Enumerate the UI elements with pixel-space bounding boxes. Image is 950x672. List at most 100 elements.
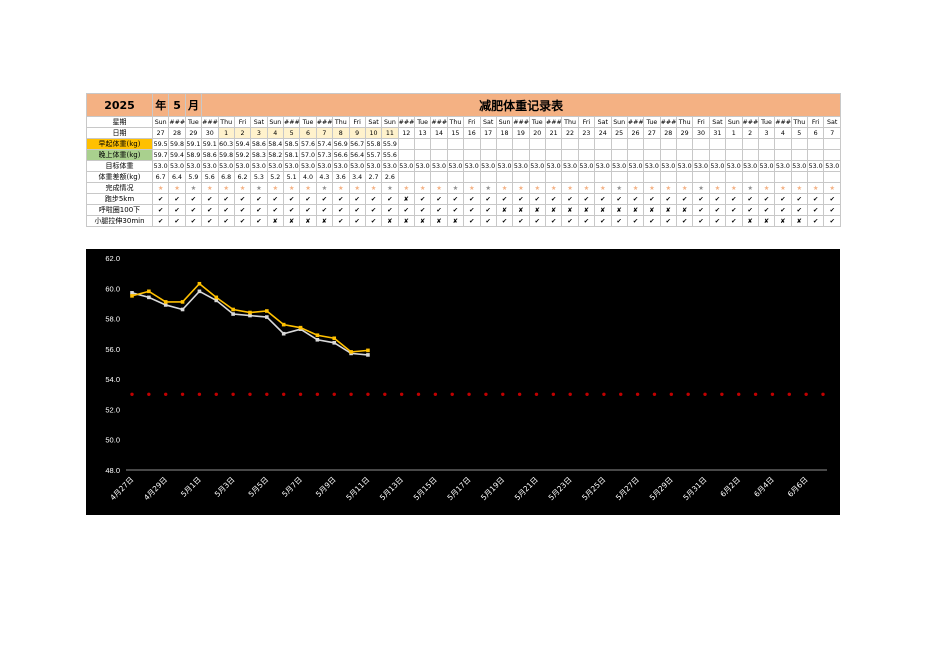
morning-row-cell	[544, 138, 563, 150]
gap-row-cell	[397, 171, 416, 183]
target-point	[686, 392, 690, 396]
x-tick-label: 5月21日	[513, 475, 540, 502]
gap-row-cell: 6.7	[151, 171, 170, 183]
morning-row-cell	[823, 138, 842, 150]
weekday-row-cell: Tue	[643, 116, 661, 128]
check-icon: ✔	[741, 193, 759, 205]
check-icon: ✔	[463, 204, 481, 216]
weekday-row-cell: ###	[659, 116, 678, 128]
weekday-row-cell: Thu	[675, 116, 694, 128]
check-icon: ✔	[250, 193, 268, 205]
evening-row-cell	[495, 149, 514, 161]
gap-row-cell	[643, 171, 661, 183]
weekday-row-cell: Tue	[757, 116, 776, 128]
evening-weight-series-point	[180, 307, 185, 312]
star-icon: ★	[250, 182, 268, 194]
target-point	[164, 392, 168, 396]
check-icon: ✘	[790, 215, 809, 227]
morning-row-cell	[790, 138, 809, 150]
target-row-cell: 53.0	[413, 160, 432, 172]
target-row-cell: 53.0	[299, 160, 317, 172]
evening-row-cell	[430, 149, 448, 161]
star-icon: ★	[446, 182, 465, 194]
status-row: 完成情况 ★ ★ ★ ★ ★ ★ ★ ★ ★ ★ ★ ★ ★ ★ ★ ★ ★ ★ ★ ★ ★ ★ ★ ★ ★ ★ ★ ★ ★ ★ ★ ★ ★ ★ ★ ★…	[86, 182, 842, 194]
morning-row-cell: 55.8	[364, 138, 383, 150]
target-point	[652, 392, 657, 396]
check-icon: ✘	[643, 204, 661, 216]
check-icon: ✔	[348, 215, 366, 227]
x-tick-label: 4月29日	[142, 475, 169, 502]
target-point	[349, 392, 353, 396]
evening-row-cell: 58.6	[201, 149, 219, 161]
morning-row-cell	[774, 138, 792, 150]
check-icon: ✘	[594, 204, 612, 216]
check-icon: ✘	[299, 215, 317, 227]
check-icon: ✔	[332, 204, 350, 216]
check-icon: ✘	[446, 215, 465, 227]
morning-row-cell: 59.5	[151, 138, 170, 150]
morning-row-cell	[495, 138, 514, 150]
date-cell: 12	[397, 127, 416, 139]
evening-row-cell	[659, 149, 678, 161]
check-icon: ✔	[299, 193, 317, 205]
target-point	[787, 392, 791, 396]
evening-weight-series-point	[281, 331, 286, 336]
target-point	[315, 392, 320, 396]
morning-row-cell: 59.1	[201, 138, 219, 150]
target-row-cell: 53.0	[577, 160, 596, 172]
star-icon: ★	[512, 182, 530, 194]
squat-row-label: 呼啦圈100下	[86, 204, 153, 216]
star-icon: ★	[315, 182, 334, 194]
check-icon: ✔	[299, 204, 317, 216]
check-icon: ✔	[217, 193, 235, 205]
check-icon: ✔	[643, 193, 661, 205]
check-icon: ✘	[675, 204, 694, 216]
morning-weight-series-point	[147, 289, 151, 294]
morning-row-cell	[446, 138, 465, 150]
date-cell: 28	[659, 127, 678, 139]
date-cell: 6	[806, 127, 825, 139]
check-icon: ✔	[675, 193, 694, 205]
date-cell: 3	[250, 127, 268, 139]
check-icon: ✔	[217, 204, 235, 216]
gap-row-label: 体重差额(kg)	[86, 171, 153, 183]
evening-row-cell	[413, 149, 432, 161]
check-icon: ✔	[332, 193, 350, 205]
check-icon: ✘	[528, 204, 547, 216]
check-icon: ✔	[266, 193, 285, 205]
date-cell: 5	[790, 127, 809, 139]
stretch-row-label: 小腿拉伸30min	[86, 215, 153, 227]
check-icon: ✔	[610, 193, 628, 205]
gap-row-cell: 6.8	[217, 171, 235, 183]
evening-row-cell: 56.4	[348, 149, 366, 161]
morning-row-cell	[708, 138, 727, 150]
weekday-row-cell: Tue	[413, 116, 432, 128]
weekday-row-cell: Sat	[479, 116, 497, 128]
x-tick-label: 5月5日	[247, 475, 271, 499]
date-cell: 1	[217, 127, 235, 139]
gap-row-cell	[692, 171, 710, 183]
evening-row-cell	[463, 149, 481, 161]
date-cell: 9	[348, 127, 366, 139]
check-icon: ✘	[266, 215, 285, 227]
morning-weight-series-point	[180, 300, 185, 304]
star-icon: ★	[201, 182, 219, 194]
date-cell: 20	[528, 127, 547, 139]
target-point	[248, 392, 252, 396]
weekday-row-cell: Sat	[250, 116, 268, 128]
x-tick-label: 5月23日	[547, 475, 574, 502]
gap-row-cell	[512, 171, 530, 183]
evening-row: 晚上体重(kg) 59.7 59.4 58.9 58.6 59.8 59.2 58.3 58.2…	[86, 149, 842, 161]
target-point	[501, 392, 505, 396]
check-icon: ✔	[479, 193, 497, 205]
evening-row-cell	[823, 149, 842, 161]
date-cell: 1	[725, 127, 743, 139]
x-tick-label: 5月11日	[344, 475, 371, 502]
check-icon: ✔	[430, 204, 448, 216]
weight-table: 2025 年 5 月减肥体重记录表 星期 Sun ### Tue ### Thu Fri Sat Sun…	[86, 93, 842, 227]
check-icon: ✔	[184, 204, 203, 216]
target-row-cell: 53.0	[561, 160, 579, 172]
star-icon: ★	[577, 182, 596, 194]
star-icon: ★	[741, 182, 759, 194]
x-tick-label: 6月4日	[752, 475, 776, 499]
